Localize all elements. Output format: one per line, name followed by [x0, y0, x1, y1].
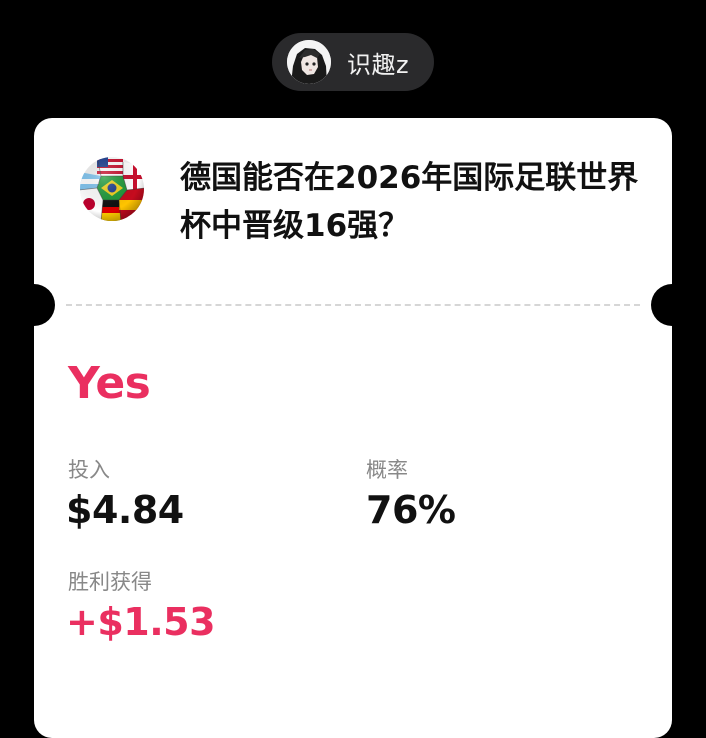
ticket-divider [66, 304, 640, 306]
winnings-value: +$1.53 [66, 600, 216, 644]
winnings-label: 胜利获得 [68, 570, 152, 594]
ticket-notch-right [651, 284, 693, 326]
flag-soccer-ball-icon [79, 156, 145, 222]
bet-ticket-card: 德国能否在2026年国际足联世界杯中晋级16强？ Yes 投入 $4.84 概率… [13, 118, 693, 738]
invest-label: 投入 [68, 458, 110, 482]
probability-label: 概率 [366, 458, 408, 482]
market-question: 德国能否在2026年国际足联世界杯中晋级16强？ [180, 160, 639, 244]
avatar [287, 40, 331, 84]
ticket-notch-left [13, 284, 55, 326]
username: 识趣z [347, 50, 410, 79]
user-chip[interactable]: 识趣z [272, 33, 434, 91]
outcome-label: Yes [68, 358, 151, 409]
probability-value: 76% [366, 488, 456, 532]
invest-value: $4.84 [66, 488, 184, 532]
